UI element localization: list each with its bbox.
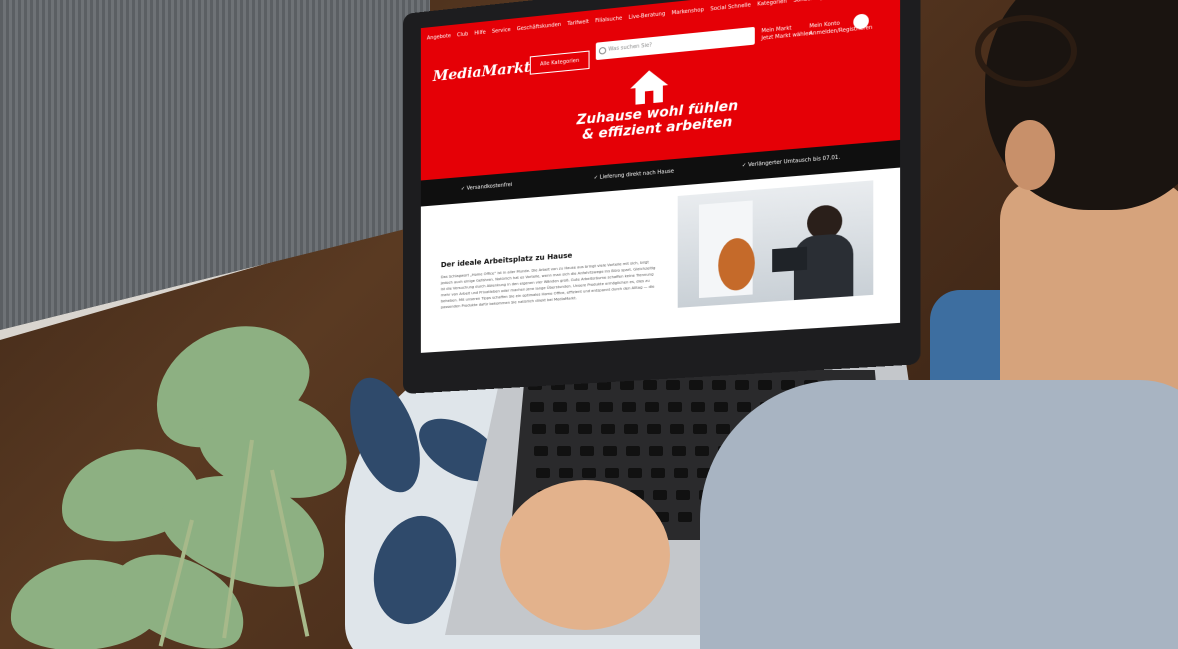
keyboard-key [674,468,688,478]
person-shirt [700,380,1178,649]
keyboard-key [714,402,728,412]
keyboard-key [678,512,692,522]
keyboard-key [716,424,730,434]
nav-link[interactable]: Markenshop [672,7,704,17]
keyboard-key [601,424,615,434]
nav-link[interactable]: Geschäftskunden [517,22,561,33]
nav-link[interactable]: Social Schnelle [710,2,750,12]
nav-link[interactable]: Club [457,31,468,38]
keyboard-key [624,424,638,434]
keyboard-key [651,468,665,478]
keyboard-key [626,446,640,456]
keyboard-key [643,380,657,390]
keyboard-key [580,446,594,456]
nav-link[interactable]: Tarifwelt [567,19,589,27]
my-store[interactable]: Mein Markt Jetzt Markt wählen [761,23,812,42]
all-categories-label: Alle Kategorien [539,57,580,68]
home-office-photo [677,180,874,308]
person-ear [1005,120,1055,190]
keyboard-key [653,490,667,500]
search-placeholder: Was suchen Sie? [608,42,653,53]
hero-title: Zuhause wohl fühlen & effizient arbeiten [573,98,742,145]
all-categories-button[interactable]: Alle Kategorien [529,50,590,75]
photo-scene: Angebote Club Hilfe Service Geschäftskunden T… [0,0,1178,649]
content-text: Das Schlagwort „Home Office“ ist in alle… [440,260,656,310]
benefit-shipping: ✓ Versandkostenfrei [460,181,513,193]
keyboard-key [695,446,709,456]
keyboard-key [649,446,663,456]
keyboard-key [534,446,548,456]
keyboard-key [605,468,619,478]
keyboard-key [668,402,682,412]
keyboard-key [735,380,749,390]
keyboard-key [603,446,617,456]
keyboard-key [672,446,686,456]
nav-link[interactable]: Live-Beratung [628,11,665,21]
nav-link[interactable]: Angebote [427,33,451,42]
keyboard-key [689,380,703,390]
keyboard-key [737,402,751,412]
keyboard-key [758,380,772,390]
nav-link[interactable]: Kategorien [757,0,787,8]
glasses [975,15,1077,87]
keyboard-key [559,468,573,478]
laptop-lid: Angebote Club Hilfe Service Geschäftskunden T… [403,0,921,394]
keyboard-key [693,424,707,434]
nav-link[interactable]: Sonderangebote [793,0,839,4]
keyboard-key [622,402,636,412]
keyboard-key [530,402,544,412]
nav-link[interactable]: Hilfe [474,29,485,36]
keyboard-key [620,380,634,390]
keyboard-key [676,490,690,500]
house-icon [630,68,669,106]
benefit-exchange: ✓ Verlängerter Umtausch bis 07.01. [741,154,841,169]
keyboard-key [536,468,550,478]
keyboard-key [599,402,613,412]
keyboard-key [553,402,567,412]
mediamarkt-logo[interactable]: MediaMarkt [433,59,531,85]
keyboard-key [576,402,590,412]
keyboard-key [628,468,642,478]
benefit-delivery: ✓ Lieferung direkt nach Hause [593,168,674,182]
keyboard-key [645,402,659,412]
keyboard-key [578,424,592,434]
left-hand [500,480,670,630]
keyboard-key [691,402,705,412]
keyboard-key [557,446,571,456]
search-input[interactable]: Was suchen Sie? [595,26,755,61]
laptop-screen: Angebote Club Hilfe Service Geschäftskunden T… [420,0,901,353]
keyboard-key [670,424,684,434]
keyboard-key [712,380,726,390]
keyboard-key [582,468,596,478]
nav-link[interactable]: Filialsuche [595,15,622,24]
keyboard-key [647,424,661,434]
keyboard-key [555,424,569,434]
keyboard-key [666,380,680,390]
keyboard-key [532,424,546,434]
search-icon [598,46,607,55]
nav-link[interactable]: Service [492,27,511,35]
